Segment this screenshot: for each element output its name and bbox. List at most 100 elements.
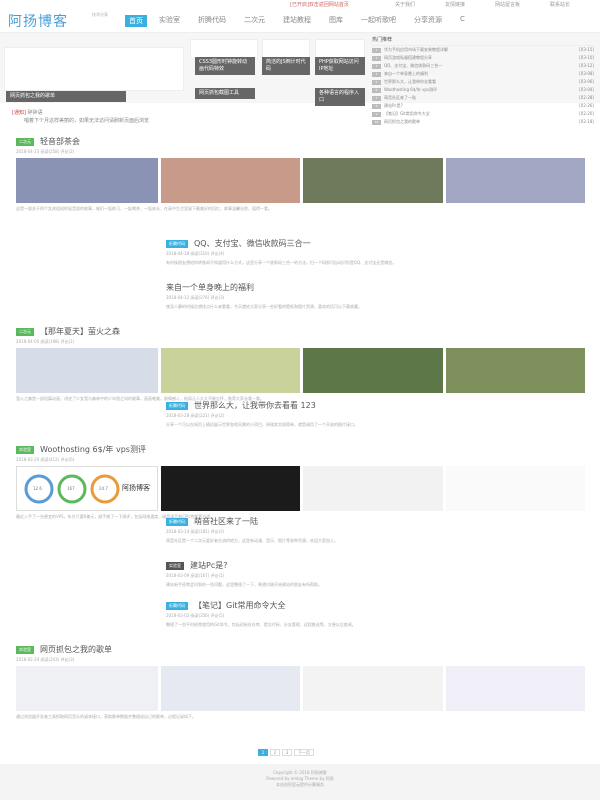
post-title[interactable]: 轻音部茶会: [40, 136, 80, 147]
banner-caption[interactable]: CSS3圆形时钟旋转动画代码特效: [195, 57, 255, 75]
post-card: 二次元 【那年夏天】萤火之森 2018-04-05 阅读(198) 评论(1) 萤…: [16, 326, 588, 402]
hot-item-title: 来自一个单身晚上的福利: [384, 71, 428, 76]
hot-rank: 9: [372, 112, 381, 117]
post-meta: 2018-04-12 阅读(276) 评论(3): [166, 295, 225, 300]
nav-item[interactable]: 二次元: [244, 15, 265, 27]
nav-item[interactable]: 一起听歌吧: [361, 15, 396, 27]
nav-item[interactable]: 实验室: [159, 15, 180, 27]
notice-title[interactable]: 碎碎语: [28, 110, 43, 116]
promo-text[interactable]: [已开启]双击返回网站首页: [290, 1, 349, 8]
hot-item-date: [03-08]: [579, 71, 594, 76]
banner-thumb[interactable]: [262, 39, 310, 59]
notice-text: 唱着下个月这样美丽的，如果无法访问请刷新页面后浏览: [24, 118, 150, 124]
post-tag[interactable]: 二次元: [16, 137, 34, 146]
banner-caption[interactable]: PHP获取网站访问IP地址: [315, 57, 365, 75]
hot-item[interactable]: 9 【笔记】Git常用命令大全 [02-20]: [372, 110, 594, 118]
hot-item-title: 世界那么大，让我带你去看看: [384, 79, 436, 84]
hot-item[interactable]: 7 萌音社区来了一陆 [02-28]: [372, 94, 594, 102]
post-title[interactable]: 建站Pc是?: [190, 560, 227, 571]
footer: Copyright © 2018 阿扬博客 Powered by emlog T…: [0, 764, 600, 800]
post-title[interactable]: Woothosting 6$/年 vps测评: [40, 444, 146, 455]
post-excerpt: 建站新手经常会问到的一些问题，这里整理了一下，希望对刚开始建站的朋友有所帮助。: [166, 582, 322, 587]
hot-item[interactable]: 6 Woothosting 6$/年 vps测评 [03-04]: [372, 86, 594, 94]
hot-item[interactable]: 1 华为手机应用市场下载安装教程详解 [03-15]: [372, 46, 594, 54]
post-gallery[interactable]: [16, 348, 588, 393]
post-title[interactable]: 来自一个单身晚上的福利: [166, 282, 254, 293]
page-3[interactable]: 3: [282, 749, 292, 756]
banner-thumb[interactable]: [190, 39, 258, 59]
post-tag[interactable]: 二次元: [16, 327, 34, 336]
page-1[interactable]: 1: [258, 749, 268, 756]
banner-caption[interactable]: 网页抓包截图工具: [195, 88, 255, 99]
nav-item[interactable]: 图库: [329, 15, 343, 27]
nav-home[interactable]: 首页: [125, 15, 147, 27]
speed-c: 24.7: [99, 486, 108, 491]
top-strip: [已开启]双击返回网站首页 关于我们 友情链接 网站留言板 联系站长: [0, 0, 600, 9]
hot-item[interactable]: 4 来自一个单身晚上的福利 [03-08]: [372, 70, 594, 78]
post-title[interactable]: 【那年夏天】萤火之森: [40, 326, 120, 337]
nav-item[interactable]: 建站教程: [283, 15, 311, 27]
post-meta: 2018-03-28 阅读(221) 评论(2): [166, 413, 225, 418]
hot-item-title: 网页游戏私服搭建教程分享: [384, 55, 432, 60]
hot-rank: 7: [372, 96, 381, 101]
post-card: 实验室 Woothosting 6$/年 vps测评 2018-03-20 阅读(…: [16, 444, 588, 520]
hot-item[interactable]: 3 QQ、支付宝、微信收款码三合一 [03-12]: [372, 62, 594, 70]
notice-label: [通知]: [12, 110, 26, 116]
post-title[interactable]: 【笔记】Git常用命令大全: [194, 600, 286, 611]
post-gallery[interactable]: [16, 158, 588, 203]
post-gallery[interactable]: 12.6 167 24.7 阿扬博客: [16, 466, 588, 511]
page-2[interactable]: 2: [270, 749, 280, 756]
next-page-button[interactable]: 下一页: [294, 749, 314, 756]
top-link[interactable]: 友情链接: [445, 1, 465, 8]
post-tag[interactable]: 实验室: [16, 645, 34, 654]
post-tag[interactable]: 折腾代码: [166, 517, 188, 526]
post-meta: 2018-03-09 阅读(167) 评论(1): [166, 573, 225, 578]
banner-thumb[interactable]: [315, 39, 365, 59]
post-title[interactable]: 世界那么大，让我带你去看看 123: [194, 400, 316, 411]
hot-item-date: [02-28]: [579, 95, 594, 100]
post-excerpt: 有时候朋友想给你转账却不知道用什么方式，这里分享一个收款码三合一的方法，扫一个码…: [166, 260, 397, 265]
post-card: 实验室 网页抓包之我的歌单 2018-02-24 阅读(243) 评论(3) 通过…: [16, 644, 588, 720]
top-link[interactable]: 联系站长: [550, 1, 570, 8]
post-meta: 2018-02-24 阅读(243) 评论(3): [16, 657, 75, 662]
site-logo[interactable]: 阿扬博客: [8, 11, 68, 31]
post-card: 来自一个单身晚上的福利 2018-04-12 阅读(276) 评论(3) 夜深人…: [166, 282, 586, 310]
top-link[interactable]: 网站留言板: [495, 1, 520, 8]
post-excerpt: 萌音社区是一个二次元爱好者交流的地方，这里有动漫、音乐、图片等各种资源，欢迎大家…: [166, 538, 338, 543]
post-tag[interactable]: 折腾代码: [166, 239, 188, 248]
post-tag[interactable]: 实验室: [16, 445, 34, 454]
hot-item[interactable]: 8 建站Pc是? [02-26]: [372, 102, 594, 110]
hot-item-date: [02-26]: [579, 103, 594, 108]
hot-item[interactable]: 10 网页抓包之我的歌单 [02-18]: [372, 118, 594, 126]
post-title[interactable]: 萌音社区来了一陆: [194, 516, 258, 527]
banner-caption[interactable]: 各种语言的程序入口: [315, 88, 365, 106]
hot-item-title: 建站Pc是?: [384, 103, 403, 108]
speed-b: 167: [67, 486, 75, 491]
hot-item[interactable]: 2 网页游戏私服搭建教程分享 [03-10]: [372, 54, 594, 62]
top-link[interactable]: 关于我们: [395, 1, 415, 8]
main-nav: 首页 实验室 折腾代码 二次元 建站教程 图库 一起听歌吧 分享资源 C: [125, 15, 483, 27]
banner-caption[interactable]: 简洁的JS倒计时代码: [262, 57, 310, 75]
post-card: 二次元 轻音部茶会 2018-04-23 阅读(258) 评论(2) 这是一部关于…: [16, 136, 588, 212]
nav-item[interactable]: 折腾代码: [198, 15, 226, 27]
speed-a: 12.6: [33, 486, 42, 491]
banner-caption[interactable]: 网页抓包之我的歌单: [6, 91, 126, 102]
hot-item-title: 华为手机应用市场下载安装教程详解: [384, 47, 448, 52]
post-title[interactable]: 网页抓包之我的歌单: [40, 644, 112, 655]
post-gallery[interactable]: [16, 666, 588, 711]
post-tag[interactable]: 实验室: [166, 561, 184, 570]
hot-item-title: 网页抓包之我的歌单: [384, 119, 420, 124]
post-tag[interactable]: 折腾代码: [166, 601, 188, 610]
hot-item[interactable]: 5 世界那么大，让我带你去看看 [03-06]: [372, 78, 594, 86]
banner-image[interactable]: [4, 47, 184, 91]
hot-item-title: QQ、支付宝、微信收款码三合一: [384, 63, 443, 68]
post-excerpt: 夜深人静的时候总想找点什么来看看，今天就给大家分享一些好看的壁纸和图片资源，喜欢…: [166, 304, 362, 309]
nav-item[interactable]: 分享资源: [414, 15, 442, 27]
nav-item[interactable]: C: [460, 15, 465, 27]
post-tag[interactable]: 折腾代码: [166, 401, 188, 410]
post-title[interactable]: QQ、支付宝、微信收款码三合一: [194, 238, 311, 249]
pagination: 1 2 3 下一页: [258, 749, 316, 756]
hot-item-date: [03-06]: [579, 79, 594, 84]
post-meta: 2018-04-05 阅读(198) 评论(1): [16, 339, 75, 344]
notice-bar: [通知] 碎碎语 唱着下个月这样美丽的，如果无法访问请刷新页面后浏览: [12, 109, 149, 124]
